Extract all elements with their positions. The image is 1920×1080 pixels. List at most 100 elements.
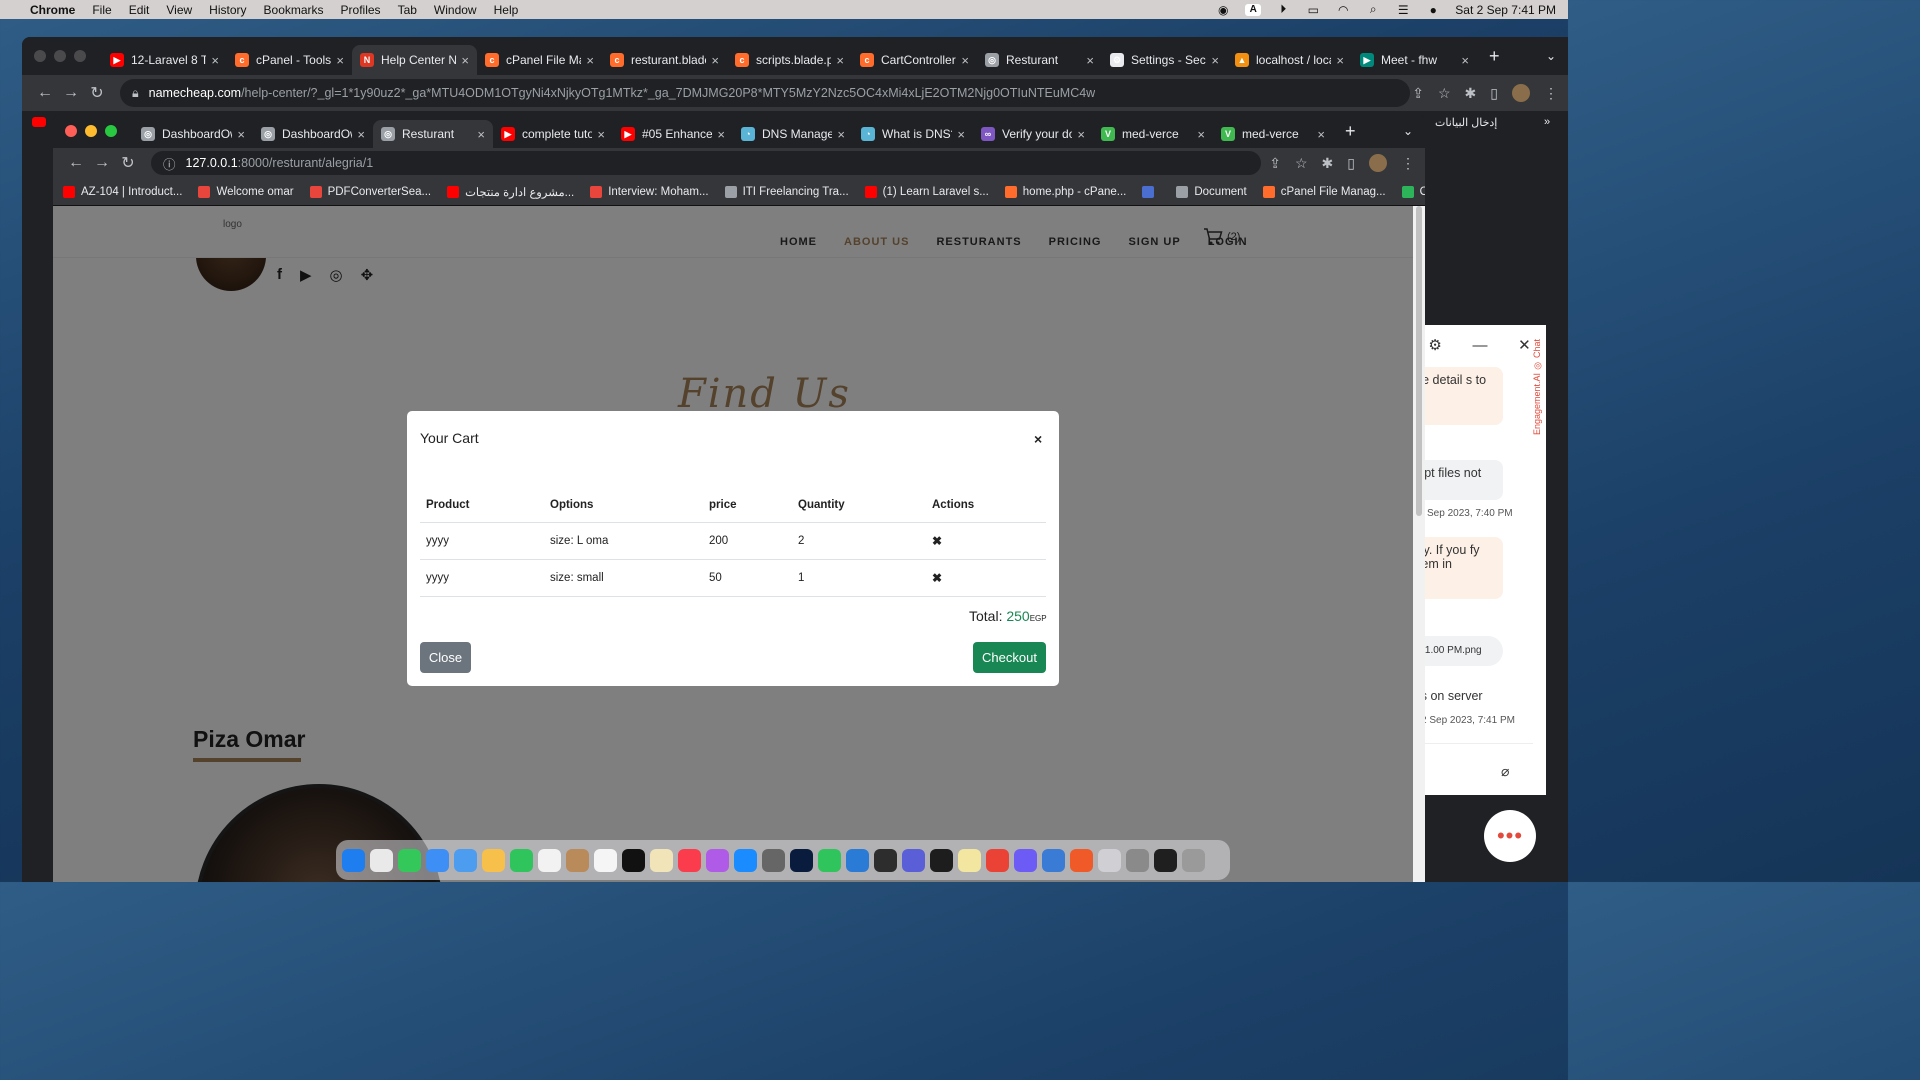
wifi-icon[interactable]: ◠ [1335,3,1351,17]
dock-app-icon[interactable] [622,848,645,872]
menu-profiles[interactable]: Profiles [341,3,381,17]
tab-close-icon[interactable]: × [477,127,485,142]
outer_window-tab[interactable]: ▲ localhost / loca × [1227,45,1352,75]
dock-app-icon[interactable] [902,848,925,872]
chrome-menu-icon[interactable]: ⋮ [1401,155,1415,172]
dock-app-icon[interactable] [566,848,589,872]
bookmarks-overflow-icon[interactable]: » [1544,116,1550,128]
dock-app-icon[interactable] [818,848,841,872]
dock-app-icon[interactable] [762,848,785,872]
minimize-window-button[interactable] [85,125,97,137]
play-icon[interactable]: ⏵ [1275,2,1291,16]
outer_window-tab[interactable]: c CartController. × [852,45,977,75]
tab-close-icon[interactable]: × [461,53,469,68]
menu-bookmarks[interactable]: Bookmarks [264,3,324,17]
site-info-icon[interactable]: ⓘ [163,154,176,173]
inner_window-tab[interactable]: ∞ Verify your do × [973,120,1093,148]
bookmark-item[interactable]: Welcome omar [198,185,294,198]
share-icon[interactable]: ⇪ [1269,155,1281,172]
checkout-button[interactable]: Checkout [973,642,1046,673]
menu-window[interactable]: Window [434,3,477,17]
bookmark-star-icon[interactable]: ☆ [1295,155,1308,172]
dock-app-icon[interactable] [846,848,869,872]
dock-app-icon[interactable] [1154,848,1177,872]
youtube-bookmark-icon[interactable] [32,117,46,127]
back-button[interactable]: ← [63,154,89,172]
chat-close-icon[interactable]: ✕ [1518,336,1531,354]
reload-button[interactable]: ↻ [115,153,141,173]
dock-app-icon[interactable] [734,848,757,872]
siri-icon[interactable]: ● [1425,3,1441,17]
extensions-icon[interactable]: ✱ [1465,85,1477,102]
inner_window-tab[interactable]: ◔ DNS Managem × [733,120,853,148]
bookmark-item[interactable]: Document [1176,185,1247,198]
side-panel-icon[interactable]: ▯ [1347,155,1355,172]
menu-history[interactable]: History [209,3,246,17]
chat-launcher-button[interactable]: ••• [1484,810,1536,862]
dock-app-icon[interactable] [1042,848,1065,872]
tab-close-icon[interactable]: × [336,53,344,68]
lock-icon[interactable]: 🔒︎ [132,86,139,101]
close-button[interactable]: Close [420,642,471,673]
zoom-window-button[interactable] [74,50,86,62]
modal-close-icon[interactable]: × [1034,431,1042,447]
menu-app-name[interactable]: Chrome [30,3,75,17]
tab-close-icon[interactable]: × [211,53,219,68]
dock-app-icon[interactable] [370,848,393,872]
chrome-menu-icon[interactable]: ⋮ [1544,85,1558,102]
bookmark-item[interactable]: PDFConverterSea... [309,185,431,198]
bookmark-star-icon[interactable]: ☆ [1438,85,1451,102]
tab-close-icon[interactable]: × [837,127,845,142]
tab-close-icon[interactable]: × [357,127,365,142]
control-center-icon[interactable]: ☰ [1395,3,1411,17]
outer_window-tab[interactable]: c cPanel File Man × [477,45,602,75]
tab-close-icon[interactable]: × [586,53,594,68]
close-window-button[interactable] [65,125,77,137]
menu-view[interactable]: View [166,3,192,17]
tab-close-icon[interactable]: × [717,127,725,142]
new-tab-button[interactable]: + [1333,121,1368,142]
dock-app-icon[interactable] [398,848,421,872]
menubar-clock[interactable]: Sat 2 Sep 7:41 PM [1455,3,1556,17]
menu-file[interactable]: File [92,3,111,17]
tab-close-icon[interactable]: × [1086,53,1094,68]
dock-app-icon[interactable] [1182,848,1205,872]
outer-address-bar[interactable]: 🔒︎ namecheap.com/help-center/?_gl=1*1y90… [120,79,1410,107]
dock-app-icon[interactable] [1098,848,1121,872]
dock-app-icon[interactable] [958,848,981,872]
tab-close-icon[interactable]: × [836,53,844,68]
inner-address-bar[interactable]: ⓘ 127.0.0.1:8000/resturant/alegria/1 [151,151,1261,175]
attach-paperclip-icon[interactable]: ⌀ [1501,763,1509,780]
dock-app-icon[interactable] [986,848,1009,872]
bookmark-item[interactable]: cPanel File Manag... [1262,185,1386,198]
bookmark-item[interactable]: مشروع ادارة منتجات... [447,185,574,199]
tab-close-icon[interactable]: × [711,53,719,68]
dock-app-icon[interactable] [510,848,533,872]
inner_window-tab[interactable]: ◎ DashboardOw × [253,120,373,148]
bookmark-item[interactable]: AZ-104 | Introduct... [63,185,182,198]
inner_window-tab[interactable]: ◔ What is DNS? × [853,120,973,148]
bookmark-arabic[interactable]: إدخال البيانات [1435,116,1497,129]
outer_window-tab[interactable]: c scripts.blade.p × [727,45,852,75]
tab-close-icon[interactable]: × [237,127,245,142]
bookmark-item[interactable] [1142,185,1160,198]
chat-minimize-icon[interactable]: — [1472,337,1487,354]
new-tab-button[interactable]: + [1477,46,1512,67]
tab-close-icon[interactable]: × [1461,53,1469,68]
bookmark-item[interactable]: Online Video Editi... [1401,185,1425,198]
dock-app-icon[interactable] [454,848,477,872]
dock-app-icon[interactable] [426,848,449,872]
dock-app-icon[interactable] [874,848,897,872]
menu-tab[interactable]: Tab [398,3,417,17]
bookmark-item[interactable]: Interview: Moham... [590,185,709,198]
tab-close-icon[interactable]: × [1336,53,1344,68]
dock-app-icon[interactable] [650,848,673,872]
chat-settings-gear-icon[interactable]: ⚙ [1428,336,1441,354]
remove-item-icon[interactable]: ✖ [932,534,942,548]
dock-app-icon[interactable] [482,848,505,872]
bookmark-item[interactable]: (1) Learn Laravel s... [864,185,989,198]
zoom-window-button[interactable] [105,125,117,137]
dock-app-icon[interactable] [594,848,617,872]
outer_window-tab[interactable]: ⚙ Settings - Secu × [1102,45,1227,75]
battery-icon[interactable]: ▭ [1305,3,1321,17]
